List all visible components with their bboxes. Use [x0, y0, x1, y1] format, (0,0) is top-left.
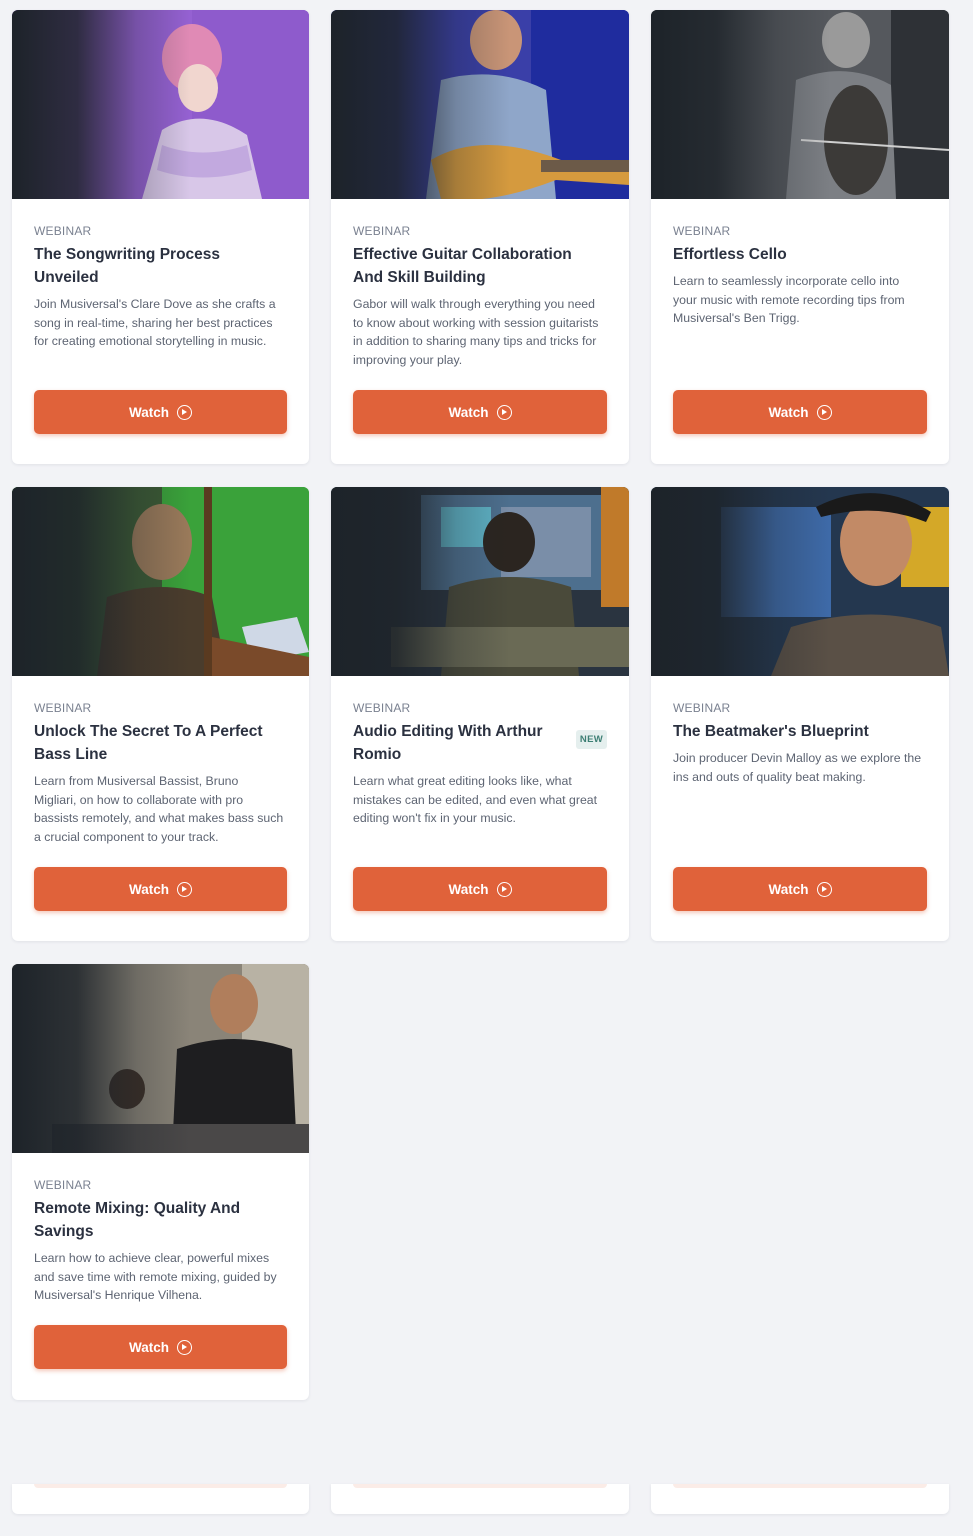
- watch-button-label: Watch: [448, 881, 489, 897]
- webinar-card: WEBINAR Remote Mixing: Quality And Savin…: [12, 964, 309, 1400]
- watch-button-label: Watch: [129, 1339, 169, 1355]
- watch-button-label: Watch: [129, 881, 169, 897]
- watch-button[interactable]: Watch: [673, 867, 927, 911]
- watch-button[interactable]: Watch: [34, 867, 287, 911]
- webinar-thumbnail[interactable]: [331, 10, 629, 199]
- card-kicker: WEBINAR: [34, 224, 92, 238]
- card-title: The Beatmaker's Blueprint: [673, 723, 869, 740]
- watch-button-label: Watch: [768, 881, 809, 897]
- card-kicker: WEBINAR: [353, 224, 411, 238]
- card-kicker: WEBINAR: [34, 1178, 92, 1192]
- webinar-card: WEBINAR Effective Guitar Collaboration A…: [331, 10, 629, 464]
- play-circle-icon: [177, 404, 192, 420]
- card-kicker: WEBINAR: [673, 224, 731, 238]
- card-description: Join Musiversal's Clare Dove as she craf…: [34, 297, 276, 348]
- card-kicker: WEBINAR: [353, 701, 411, 715]
- card-bottom-edge: [12, 1484, 309, 1514]
- watch-button[interactable]: Watch: [34, 390, 287, 434]
- next-row-card-edges: [12, 1484, 949, 1514]
- play-circle-icon: [177, 1339, 192, 1355]
- card-kicker: WEBINAR: [673, 701, 731, 715]
- webinar-card: WEBINAR The Songwriting Process Unveiled…: [12, 10, 309, 464]
- card-description: Learn what great editing looks like, wha…: [353, 774, 598, 825]
- play-circle-icon: [177, 881, 192, 897]
- card-title: Effective Guitar Collaboration And Skill…: [353, 246, 572, 286]
- card-description: Join producer Devin Malloy as we explore…: [673, 751, 922, 784]
- card-title: Remote Mixing: Quality And Savings: [34, 1200, 241, 1240]
- watch-button[interactable]: Watch: [34, 1325, 287, 1369]
- webinar-thumbnail[interactable]: [12, 964, 309, 1153]
- card-bottom-edge: [651, 1484, 949, 1514]
- watch-button[interactable]: Watch: [353, 867, 607, 911]
- card-kicker: WEBINAR: [34, 701, 92, 715]
- play-circle-icon: [496, 881, 512, 897]
- card-description: Learn to seamlessly incorporate cello in…: [673, 274, 905, 325]
- play-circle-icon: [816, 404, 832, 420]
- card-description: Learn how to achieve clear, powerful mix…: [34, 1251, 277, 1302]
- webinar-card: WEBINAR Unlock The Secret To A Perfect B…: [12, 487, 309, 941]
- card-title: The Songwriting Process Unveiled: [34, 246, 221, 286]
- card-description: Learn from Musiversal Bassist, Bruno Mig…: [34, 774, 284, 844]
- webinar-thumbnail[interactable]: [651, 10, 949, 199]
- watch-button-label: Watch: [448, 404, 489, 420]
- webinar-card: WEBINAR Effortless Cello Learn to seamle…: [651, 10, 949, 464]
- card-title: Unlock The Secret To A Perfect Bass Line: [34, 723, 263, 763]
- card-description: Gabor will walk through everything you n…: [353, 297, 599, 367]
- card-title: Audio Editing With Arthur Romio: [353, 723, 543, 763]
- watch-button-label: Watch: [129, 404, 169, 420]
- webinar-card: WEBINAR Audio Editing With Arthur Romio …: [331, 487, 629, 941]
- watch-button-label: Watch: [768, 404, 809, 420]
- webinar-thumbnail[interactable]: [12, 487, 309, 676]
- new-badge: NEW: [575, 730, 607, 749]
- watch-button[interactable]: Watch: [353, 390, 607, 434]
- watch-button[interactable]: Watch: [673, 390, 927, 434]
- card-title: Effortless Cello: [673, 246, 787, 263]
- webinar-card: WEBINAR The Beatmaker's Blueprint Join p…: [651, 487, 949, 941]
- card-bottom-edge: [331, 1484, 629, 1514]
- webinar-thumbnail[interactable]: [12, 10, 309, 199]
- webinar-grid: WEBINAR The Songwriting Process Unveiled…: [12, 10, 950, 1400]
- play-circle-icon: [816, 881, 832, 897]
- webinar-thumbnail[interactable]: [331, 487, 629, 676]
- webinar-thumbnail[interactable]: [651, 487, 949, 676]
- play-circle-icon: [496, 404, 512, 420]
